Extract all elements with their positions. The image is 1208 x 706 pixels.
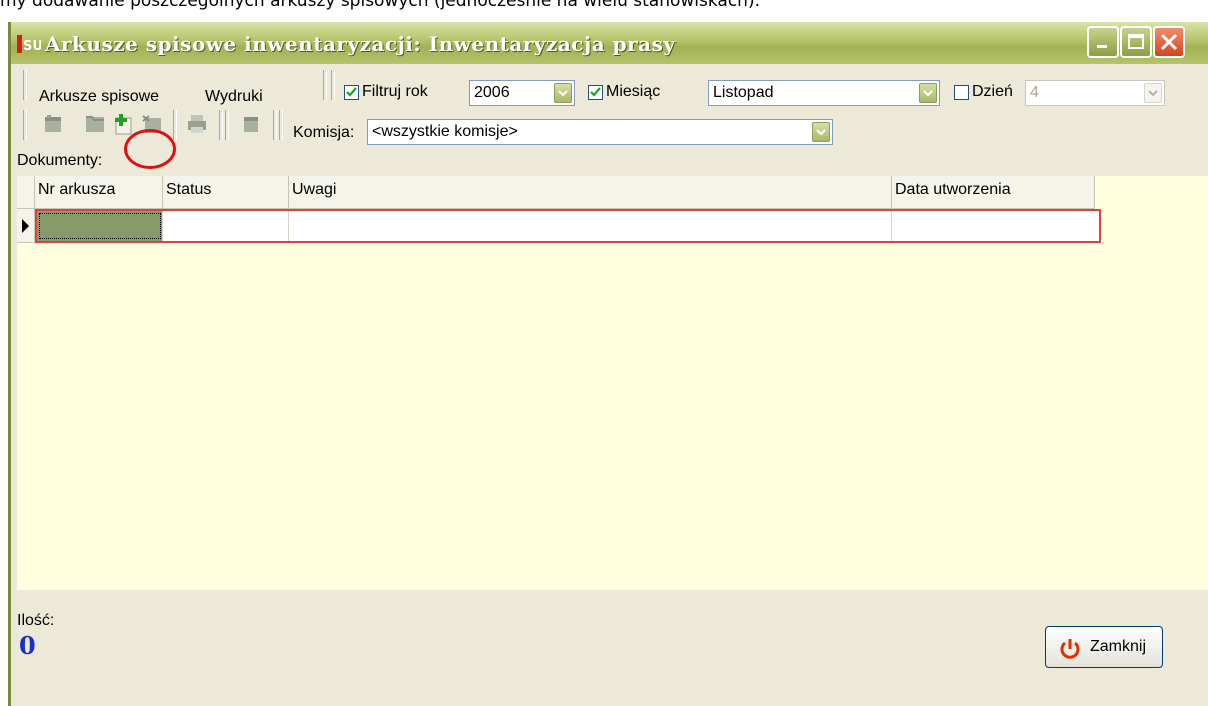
column-header-status[interactable]: Status — [163, 176, 289, 209]
commission-label: Komisja: — [293, 124, 355, 141]
menu-wydruki[interactable]: Wydruki — [205, 88, 263, 106]
window-title: Arkusze spisowe inwentaryzacji: Inwentar… — [45, 32, 676, 56]
documents-grid[interactable]: Nr arkusza Status Uwagi Data utworzenia — [17, 176, 1208, 590]
toolbar-separator — [323, 70, 327, 100]
row-indicator — [17, 209, 35, 243]
day-select[interactable]: 4 — [1025, 80, 1165, 106]
grid-header: Nr arkusza Status Uwagi Data utworzenia — [17, 176, 1101, 209]
year-select-value: 2006 — [474, 84, 510, 101]
app-icon: SU — [17, 33, 43, 55]
close-button-label: Zamknij — [1090, 638, 1147, 655]
chevron-down-icon — [1144, 83, 1162, 103]
chevron-down-icon[interactable] — [919, 83, 937, 103]
column-header-uwagi[interactable]: Uwagi — [289, 176, 892, 209]
close-button[interactable]: Zamknij — [1045, 626, 1163, 668]
maximize-button[interactable] — [1120, 26, 1152, 58]
power-icon — [1060, 639, 1080, 659]
edit-sheet-icon[interactable] — [41, 112, 65, 136]
filter-month-checkbox[interactable] — [588, 85, 603, 100]
minimize-button[interactable] — [1087, 26, 1119, 58]
open-sheet-icon[interactable] — [83, 112, 107, 136]
table-row[interactable] — [35, 209, 1101, 243]
title-bar[interactable]: SU Arkusze spisowe inwentaryzacji: Inwen… — [11, 22, 1208, 64]
filter-day-label: Dzień — [972, 83, 1013, 100]
close-window-button[interactable] — [1153, 26, 1185, 58]
commission-select-value: <wszystkie komisje> — [372, 123, 518, 140]
toolbar-grip — [225, 110, 229, 140]
toolbar-grip — [23, 70, 27, 100]
toolbar-grip — [331, 70, 335, 100]
cell-data-utworzenia[interactable] — [892, 211, 1099, 241]
filter-year-label: Filtruj rok — [362, 83, 428, 100]
grid-corner — [17, 176, 35, 209]
close-sheet-icon[interactable] — [239, 112, 263, 136]
print-icon[interactable] — [185, 112, 209, 136]
documents-label: Dokumenty: — [17, 152, 103, 169]
cell-status[interactable] — [163, 211, 289, 241]
highlight-annotation-circle — [124, 129, 176, 169]
column-header-nr-arkusza[interactable]: Nr arkusza — [35, 176, 163, 209]
year-select[interactable]: 2006 — [469, 80, 575, 106]
column-header-data-utworzenia[interactable]: Data utworzenia — [892, 176, 1095, 209]
count-value: 0 — [19, 631, 36, 660]
add-sheet-icon[interactable] — [111, 112, 135, 136]
filter-year-checkbox[interactable] — [344, 85, 359, 100]
cell-uwagi[interactable] — [289, 211, 892, 241]
day-select-value: 4 — [1030, 84, 1039, 101]
toolbar-separator — [273, 110, 277, 140]
app-icon-text: SU — [23, 39, 41, 54]
toolbar-separator — [219, 110, 223, 140]
month-select[interactable]: Listopad — [708, 80, 940, 106]
menu-arkusze-spisowe[interactable]: Arkusze spisowe — [39, 88, 159, 106]
filter-day-checkbox[interactable] — [954, 85, 969, 100]
chevron-down-icon[interactable] — [812, 122, 830, 142]
month-select-value: Listopad — [713, 84, 774, 101]
caption-text: my dodawanie poszczególnych arkuszy spis… — [0, 0, 760, 11]
cell-nr-arkusza[interactable] — [37, 211, 163, 241]
commission-select[interactable]: <wszystkie komisje> — [367, 119, 833, 145]
filter-month-label: Miesiąc — [606, 83, 661, 100]
count-label: Ilość: — [17, 612, 55, 629]
chevron-down-icon[interactable] — [554, 83, 572, 103]
toolbar-grip — [23, 110, 27, 140]
toolbar-separator — [173, 110, 177, 140]
inventory-sheets-window: SU Arkusze spisowe inwentaryzacji: Inwen… — [8, 22, 1208, 706]
toolbar-grip — [279, 110, 283, 140]
